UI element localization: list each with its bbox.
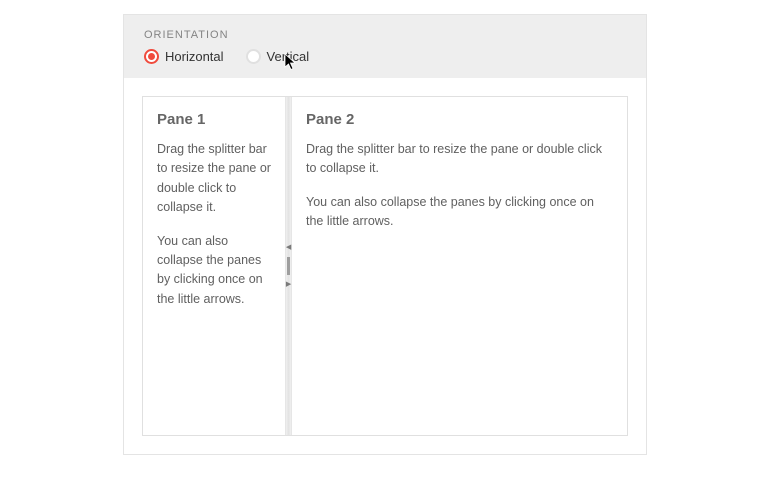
radio-horizontal[interactable]: Horizontal xyxy=(144,49,224,64)
radio-circle-icon xyxy=(144,49,159,64)
orientation-radio-group: Horizontal Vertical xyxy=(144,49,626,64)
pane-2-text-2: You can also collapse the panes by click… xyxy=(306,193,613,232)
radio-circle-icon xyxy=(246,49,261,64)
collapse-right-icon[interactable]: ▶ xyxy=(286,281,291,288)
pane-2-text-1: Drag the splitter bar to resize the pane… xyxy=(306,140,613,179)
radio-horizontal-label: Horizontal xyxy=(165,49,224,64)
pane-1: Pane 1 Drag the splitter bar to resize t… xyxy=(143,97,285,435)
pane-1-title: Pane 1 xyxy=(157,111,271,128)
radio-vertical[interactable]: Vertical xyxy=(246,49,310,64)
pane-1-text-1: Drag the splitter bar to resize the pane… xyxy=(157,140,271,218)
collapse-left-icon[interactable]: ◀ xyxy=(286,244,291,251)
demo-container: ORIENTATION Horizontal Vertical Pane 1 D… xyxy=(123,14,647,455)
pane-2: Pane 2 Drag the splitter bar to resize t… xyxy=(292,97,627,435)
config-panel: ORIENTATION Horizontal Vertical xyxy=(124,15,646,78)
radio-vertical-label: Vertical xyxy=(267,49,310,64)
splitter-bar[interactable]: ◀ ▶ xyxy=(285,97,292,435)
splitter-container: Pane 1 Drag the splitter bar to resize t… xyxy=(124,78,646,454)
pane-1-text-2: You can also collapse the panes by click… xyxy=(157,232,271,310)
orientation-label: ORIENTATION xyxy=(144,29,626,41)
radio-dot-icon xyxy=(148,53,155,60)
grip-icon xyxy=(287,257,290,275)
pane-2-title: Pane 2 xyxy=(306,111,613,128)
splitter: Pane 1 Drag the splitter bar to resize t… xyxy=(142,96,628,436)
